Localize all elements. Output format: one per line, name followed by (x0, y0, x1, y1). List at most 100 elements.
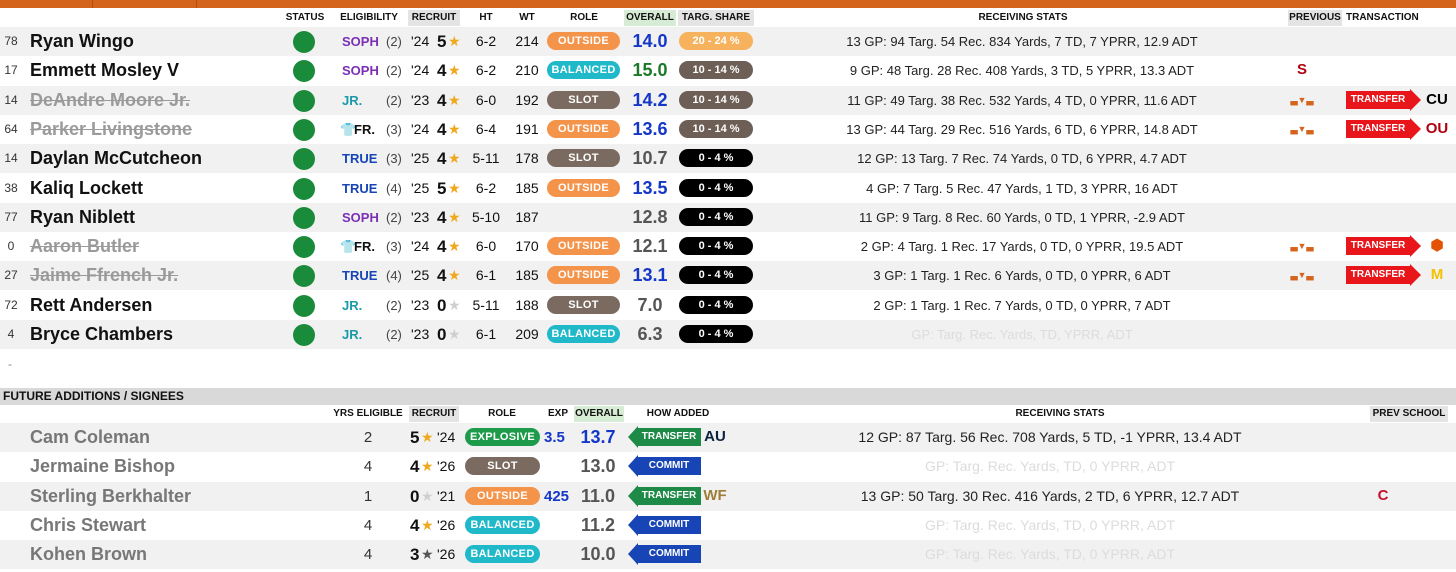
player-name[interactable]: Daylan McCutcheon (30, 144, 202, 173)
header-role[interactable]: ROLE (548, 10, 620, 26)
header-previous[interactable]: PREVIOUS (1288, 10, 1342, 26)
receiving-stats: 11 GP: 49 Targ. 38 Rec. 532 Yards, 4 TD,… (847, 92, 1197, 108)
player-name[interactable]: Emmett Mosley V (30, 56, 179, 85)
recruit-stars: 0 (437, 325, 447, 344)
status-indicator (293, 118, 315, 141)
eligibility-years: (2) (386, 92, 402, 108)
header-recruit[interactable]: RECRUIT (408, 10, 460, 26)
recruit-year: '21 (437, 487, 456, 504)
player-name[interactable]: Parker Livingstone (30, 115, 192, 144)
target-share-badge: 0 - 4 % (679, 295, 753, 314)
overall-rating: 11.0 (580, 485, 616, 506)
player-name[interactable]: Aaron Butler (30, 232, 139, 261)
role-badge: BALANCED (547, 61, 620, 80)
target-share-badge: 10 - 14 % (679, 61, 753, 80)
player-name[interactable]: Ryan Niblett (30, 203, 135, 232)
star-icon: ★ (448, 296, 461, 313)
recruit-stars: 4 (437, 266, 447, 286)
eligibility-class: TRUE (342, 268, 378, 284)
star-icon: ★ (448, 120, 461, 137)
eligibility-class: JR. (342, 297, 363, 313)
overall-rating: 7.0 (637, 294, 663, 315)
how-added-badge[interactable]: COMMIT (628, 513, 702, 536)
jersey-number: 14 (4, 151, 18, 166)
player-name[interactable]: Ryan Wingo (30, 27, 134, 56)
receiving-stats: 13 GP: 44 Targ. 29 Rec. 516 Yards, 6 TD,… (846, 121, 1198, 137)
how-added-badge[interactable]: COMMIT (628, 543, 702, 566)
signee-name[interactable]: Sterling Berkhalter (30, 482, 191, 511)
header-fut-overall[interactable]: OVERALL (574, 406, 624, 422)
transfer-badge[interactable]: TRANSFER (1346, 264, 1422, 287)
player-name[interactable]: Jaime Ffrench Jr. (30, 261, 178, 290)
signee-name[interactable]: Chris Stewart (30, 511, 146, 540)
recruit-stars: 0 (410, 486, 420, 506)
header-yrs-eligible[interactable]: YRS ELIGIBLE (330, 406, 406, 422)
header-how-added[interactable]: HOW ADDED (628, 406, 728, 422)
star-icon: ★ (448, 91, 461, 108)
receiving-stats: 2 GP: 4 Targ. 1 Rec. 17 Yards, 0 TD, 0 Y… (860, 239, 1184, 255)
header-ht[interactable]: HT (470, 10, 502, 26)
weight-value: 178 (515, 150, 539, 167)
target-share-badge: 10 - 14 % (679, 90, 753, 109)
eligibility-years: (4) (386, 180, 402, 196)
star-icon: ★ (421, 516, 434, 533)
arrow-right-icon (1410, 235, 1421, 258)
header-wt[interactable]: WT (510, 10, 544, 26)
years-eligible: 4 (363, 546, 373, 564)
jersey-number: 77 (4, 209, 18, 224)
receiving-stats: GP: Targ. Rec. Yards, TD, 0 YPRR, ADT (924, 546, 1176, 563)
header-fut-role[interactable]: ROLE (466, 406, 538, 422)
recruit-stars: 4 (437, 61, 447, 81)
player-name[interactable]: Kaliq Lockett (30, 174, 143, 203)
overall-rating: 12.1 (632, 236, 668, 257)
status-indicator (293, 294, 315, 317)
role-badge: SLOT (547, 149, 620, 168)
how-added-label: COMMIT (637, 515, 701, 534)
header-eligibility[interactable]: ELIGIBILITY (332, 10, 406, 26)
stanford-logo: S (1296, 61, 1307, 79)
header-status[interactable]: STATUS (282, 10, 328, 26)
height-value: 6-4 (475, 120, 497, 137)
header-fut-receiving-stats[interactable]: RECEIVING STATS (940, 406, 1180, 422)
header-fut-recruit[interactable]: RECRUIT (409, 406, 459, 422)
target-share-badge: 0 - 4 % (679, 237, 753, 256)
target-share-badge: 0 - 4 % (679, 325, 753, 343)
eligibility-class: TRUE (342, 151, 378, 167)
how-added-badge[interactable]: TRANSFER (628, 484, 702, 507)
header-overall[interactable]: OVERALL (624, 10, 676, 26)
receiving-stats: GP: Targ. Rec. Yards, TD, 0 YPRR, ADT (924, 458, 1176, 475)
height-value: 6-2 (475, 62, 497, 79)
player-name[interactable]: DeAndre Moore Jr. (30, 86, 190, 115)
transfer-badge[interactable]: TRANSFER (1346, 117, 1422, 140)
role-badge: SLOT (547, 295, 620, 314)
height-value: 5-11 (472, 296, 500, 313)
star-icon: ★ (448, 208, 461, 225)
roster-end-dash: - (8, 357, 12, 371)
jersey-number: 78 (4, 34, 18, 48)
header-exp[interactable]: EXP (544, 406, 572, 422)
star-icon: ★ (421, 487, 434, 504)
height-value: 5-11 (472, 150, 500, 167)
experience-value (544, 540, 572, 569)
top-accent-bar (0, 0, 1456, 8)
transfer-badge[interactable]: TRANSFER (1346, 235, 1422, 258)
signee-name[interactable]: Kohen Brown (30, 540, 147, 569)
header-targ-share[interactable]: TARG. SHARE (678, 10, 754, 26)
overall-rating: 15.0 (632, 60, 668, 81)
header-transaction[interactable]: TRANSACTION (1346, 10, 1436, 26)
recruit-year: '24 (411, 238, 430, 255)
signee-name[interactable]: Jermaine Bishop (30, 452, 175, 481)
recruit-stars: 0 (437, 295, 447, 315)
player-name[interactable]: Rett Andersen (30, 291, 152, 320)
signee-name[interactable]: Cam Coleman (30, 423, 150, 452)
star-icon: ★ (448, 179, 461, 196)
player-name[interactable]: Bryce Chambers (30, 320, 173, 349)
recruit-year: '24 (437, 429, 456, 445)
header-receiving-stats[interactable]: RECEIVING STATS (900, 10, 1146, 26)
weight-value: 214 (515, 33, 539, 49)
how-added-badge[interactable]: COMMIT (628, 455, 702, 478)
how-added-badge[interactable]: TRANSFER (628, 426, 702, 448)
recruit-stars: 4 (437, 90, 447, 110)
transfer-badge[interactable]: TRANSFER (1346, 88, 1422, 111)
header-prev-school[interactable]: PREV SCHOOL (1370, 406, 1448, 422)
